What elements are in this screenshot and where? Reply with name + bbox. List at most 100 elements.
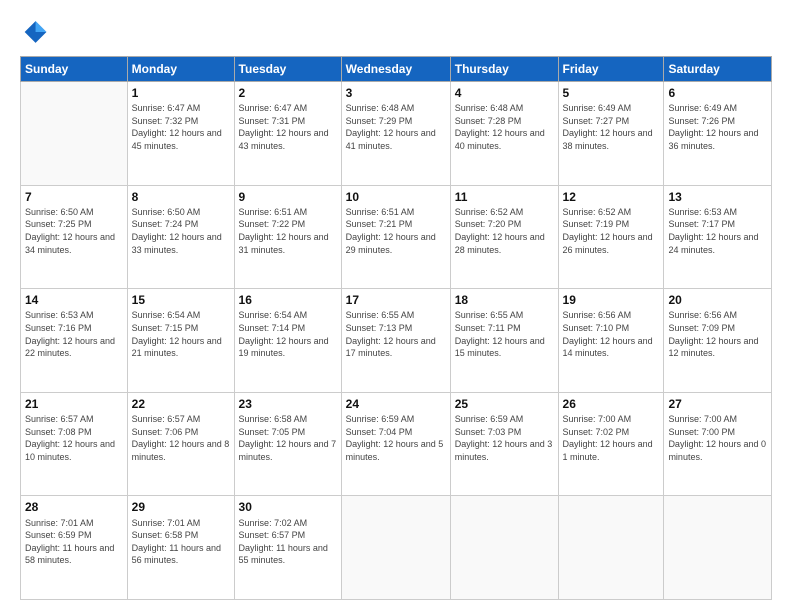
day-number: 15 xyxy=(132,292,230,308)
weekday-header-thursday: Thursday xyxy=(450,57,558,82)
calendar-cell xyxy=(450,496,558,600)
day-number: 14 xyxy=(25,292,123,308)
day-number: 4 xyxy=(455,85,554,101)
day-info: Sunrise: 6:59 AM Sunset: 7:04 PM Dayligh… xyxy=(346,413,446,463)
calendar-cell: 26Sunrise: 7:00 AM Sunset: 7:02 PM Dayli… xyxy=(558,392,664,496)
calendar-cell: 4Sunrise: 6:48 AM Sunset: 7:28 PM Daylig… xyxy=(450,82,558,186)
calendar-cell xyxy=(21,82,128,186)
day-info: Sunrise: 7:00 AM Sunset: 7:00 PM Dayligh… xyxy=(668,413,767,463)
day-number: 25 xyxy=(455,396,554,412)
week-row-2: 7Sunrise: 6:50 AM Sunset: 7:25 PM Daylig… xyxy=(21,185,772,289)
day-number: 27 xyxy=(668,396,767,412)
day-info: Sunrise: 7:02 AM Sunset: 6:57 PM Dayligh… xyxy=(239,517,337,567)
calendar: SundayMondayTuesdayWednesdayThursdayFrid… xyxy=(20,56,772,600)
day-info: Sunrise: 6:56 AM Sunset: 7:10 PM Dayligh… xyxy=(563,309,660,359)
calendar-cell: 20Sunrise: 6:56 AM Sunset: 7:09 PM Dayli… xyxy=(664,289,772,393)
day-info: Sunrise: 6:59 AM Sunset: 7:03 PM Dayligh… xyxy=(455,413,554,463)
day-number: 1 xyxy=(132,85,230,101)
day-info: Sunrise: 7:00 AM Sunset: 7:02 PM Dayligh… xyxy=(563,413,660,463)
day-info: Sunrise: 6:53 AM Sunset: 7:16 PM Dayligh… xyxy=(25,309,123,359)
day-number: 17 xyxy=(346,292,446,308)
day-info: Sunrise: 6:50 AM Sunset: 7:25 PM Dayligh… xyxy=(25,206,123,256)
day-info: Sunrise: 6:47 AM Sunset: 7:31 PM Dayligh… xyxy=(239,102,337,152)
day-number: 13 xyxy=(668,189,767,205)
calendar-cell xyxy=(341,496,450,600)
calendar-cell: 17Sunrise: 6:55 AM Sunset: 7:13 PM Dayli… xyxy=(341,289,450,393)
day-info: Sunrise: 6:50 AM Sunset: 7:24 PM Dayligh… xyxy=(132,206,230,256)
calendar-cell: 16Sunrise: 6:54 AM Sunset: 7:14 PM Dayli… xyxy=(234,289,341,393)
calendar-cell: 2Sunrise: 6:47 AM Sunset: 7:31 PM Daylig… xyxy=(234,82,341,186)
calendar-cell: 29 Sunrise: 7:01 AM Sunset: 6:58 PM Dayli… xyxy=(127,496,234,600)
calendar-cell: 19Sunrise: 6:56 AM Sunset: 7:10 PM Dayli… xyxy=(558,289,664,393)
day-number: 28 xyxy=(25,499,123,515)
calendar-cell: 13Sunrise: 6:53 AM Sunset: 7:17 PM Dayli… xyxy=(664,185,772,289)
day-info: Sunrise: 6:55 AM Sunset: 7:11 PM Dayligh… xyxy=(455,309,554,359)
week-row-4: 21Sunrise: 6:57 AM Sunset: 7:08 PM Dayli… xyxy=(21,392,772,496)
day-info: Sunrise: 7:01 AM Sunset: 6:59 PM Dayligh… xyxy=(25,517,123,567)
day-number: 5 xyxy=(563,85,660,101)
calendar-cell: 10Sunrise: 6:51 AM Sunset: 7:21 PM Dayli… xyxy=(341,185,450,289)
day-number: 6 xyxy=(668,85,767,101)
calendar-cell: 15Sunrise: 6:54 AM Sunset: 7:15 PM Dayli… xyxy=(127,289,234,393)
day-info: Sunrise: 7:01 AM Sunset: 6:58 PM Dayligh… xyxy=(132,517,230,567)
calendar-cell: 24Sunrise: 6:59 AM Sunset: 7:04 PM Dayli… xyxy=(341,392,450,496)
day-number: 12 xyxy=(563,189,660,205)
day-info: Sunrise: 6:58 AM Sunset: 7:05 PM Dayligh… xyxy=(239,413,337,463)
calendar-cell: 22Sunrise: 6:57 AM Sunset: 7:06 PM Dayli… xyxy=(127,392,234,496)
calendar-cell xyxy=(558,496,664,600)
week-row-1: 1Sunrise: 6:47 AM Sunset: 7:32 PM Daylig… xyxy=(21,82,772,186)
day-number: 20 xyxy=(668,292,767,308)
weekday-header-tuesday: Tuesday xyxy=(234,57,341,82)
calendar-cell: 7Sunrise: 6:50 AM Sunset: 7:25 PM Daylig… xyxy=(21,185,128,289)
weekday-header-monday: Monday xyxy=(127,57,234,82)
day-info: Sunrise: 6:51 AM Sunset: 7:21 PM Dayligh… xyxy=(346,206,446,256)
day-number: 29 xyxy=(132,499,230,515)
day-info: Sunrise: 6:54 AM Sunset: 7:15 PM Dayligh… xyxy=(132,309,230,359)
calendar-cell: 11Sunrise: 6:52 AM Sunset: 7:20 PM Dayli… xyxy=(450,185,558,289)
day-info: Sunrise: 6:52 AM Sunset: 7:20 PM Dayligh… xyxy=(455,206,554,256)
day-info: Sunrise: 6:52 AM Sunset: 7:19 PM Dayligh… xyxy=(563,206,660,256)
day-number: 8 xyxy=(132,189,230,205)
weekday-header-friday: Friday xyxy=(558,57,664,82)
calendar-cell: 1Sunrise: 6:47 AM Sunset: 7:32 PM Daylig… xyxy=(127,82,234,186)
day-info: Sunrise: 6:57 AM Sunset: 7:06 PM Dayligh… xyxy=(132,413,230,463)
logo xyxy=(20,18,50,46)
week-row-3: 14Sunrise: 6:53 AM Sunset: 7:16 PM Dayli… xyxy=(21,289,772,393)
calendar-cell: 9Sunrise: 6:51 AM Sunset: 7:22 PM Daylig… xyxy=(234,185,341,289)
calendar-cell: 3Sunrise: 6:48 AM Sunset: 7:29 PM Daylig… xyxy=(341,82,450,186)
day-number: 22 xyxy=(132,396,230,412)
weekday-header-row: SundayMondayTuesdayWednesdayThursdayFrid… xyxy=(21,57,772,82)
day-number: 16 xyxy=(239,292,337,308)
day-info: Sunrise: 6:57 AM Sunset: 7:08 PM Dayligh… xyxy=(25,413,123,463)
day-info: Sunrise: 6:47 AM Sunset: 7:32 PM Dayligh… xyxy=(132,102,230,152)
calendar-cell: 6Sunrise: 6:49 AM Sunset: 7:26 PM Daylig… xyxy=(664,82,772,186)
day-info: Sunrise: 6:49 AM Sunset: 7:26 PM Dayligh… xyxy=(668,102,767,152)
logo-icon xyxy=(20,18,48,46)
day-number: 7 xyxy=(25,189,123,205)
day-number: 2 xyxy=(239,85,337,101)
week-row-5: 28 Sunrise: 7:01 AM Sunset: 6:59 PM Dayli… xyxy=(21,496,772,600)
day-number: 19 xyxy=(563,292,660,308)
page: SundayMondayTuesdayWednesdayThursdayFrid… xyxy=(0,0,792,612)
weekday-header-sunday: Sunday xyxy=(21,57,128,82)
calendar-cell: 18Sunrise: 6:55 AM Sunset: 7:11 PM Dayli… xyxy=(450,289,558,393)
day-info: Sunrise: 6:51 AM Sunset: 7:22 PM Dayligh… xyxy=(239,206,337,256)
calendar-cell: 8Sunrise: 6:50 AM Sunset: 7:24 PM Daylig… xyxy=(127,185,234,289)
day-info: Sunrise: 6:55 AM Sunset: 7:13 PM Dayligh… xyxy=(346,309,446,359)
calendar-cell: 25Sunrise: 6:59 AM Sunset: 7:03 PM Dayli… xyxy=(450,392,558,496)
calendar-cell: 21Sunrise: 6:57 AM Sunset: 7:08 PM Dayli… xyxy=(21,392,128,496)
calendar-cell: 14Sunrise: 6:53 AM Sunset: 7:16 PM Dayli… xyxy=(21,289,128,393)
weekday-header-saturday: Saturday xyxy=(664,57,772,82)
calendar-cell: 30Sunrise: 7:02 AM Sunset: 6:57 PM Dayli… xyxy=(234,496,341,600)
day-number: 23 xyxy=(239,396,337,412)
calendar-cell: 28 Sunrise: 7:01 AM Sunset: 6:59 PM Dayli… xyxy=(21,496,128,600)
day-info: Sunrise: 6:48 AM Sunset: 7:28 PM Dayligh… xyxy=(455,102,554,152)
calendar-cell: 5Sunrise: 6:49 AM Sunset: 7:27 PM Daylig… xyxy=(558,82,664,186)
calendar-cell xyxy=(664,496,772,600)
calendar-cell: 12Sunrise: 6:52 AM Sunset: 7:19 PM Dayli… xyxy=(558,185,664,289)
day-info: Sunrise: 6:49 AM Sunset: 7:27 PM Dayligh… xyxy=(563,102,660,152)
day-info: Sunrise: 6:56 AM Sunset: 7:09 PM Dayligh… xyxy=(668,309,767,359)
day-number: 24 xyxy=(346,396,446,412)
day-number: 11 xyxy=(455,189,554,205)
header xyxy=(20,18,772,46)
